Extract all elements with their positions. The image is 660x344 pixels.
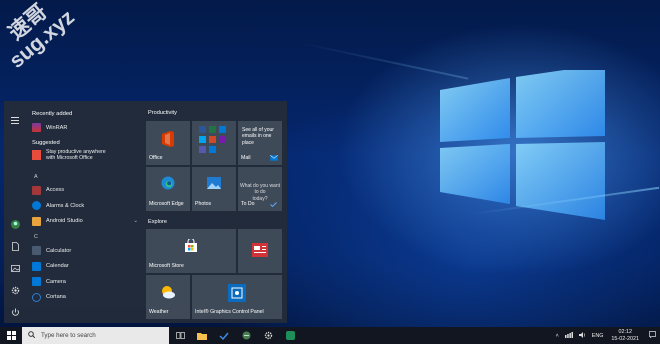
- camera-icon: [32, 277, 41, 287]
- start-rail: [4, 101, 26, 323]
- desktop: 速哥 sug.xyz Recently added WinRAR Suggest…: [0, 0, 660, 344]
- list-item-cortana[interactable]: Cortana: [26, 290, 142, 306]
- pictures-icon[interactable]: [4, 257, 26, 279]
- letter-header-c[interactable]: C: [26, 229, 142, 243]
- cortana-icon: [32, 292, 41, 302]
- list-item-camera[interactable]: Camera: [26, 274, 142, 290]
- chevron-down-icon[interactable]: ⌄: [133, 218, 138, 224]
- clock-icon: [32, 201, 41, 211]
- user-avatar-icon[interactable]: [4, 213, 26, 235]
- office-apps-icon: [199, 126, 226, 153]
- tile-news[interactable]: [238, 229, 282, 273]
- task-view-icon[interactable]: [169, 327, 191, 344]
- office-icon: [32, 149, 41, 160]
- list-item-calculator[interactable]: Calculator: [26, 243, 142, 259]
- app-green-icon[interactable]: [279, 327, 301, 344]
- watermark: 速哥 sug.xyz: [4, 0, 79, 73]
- group-productivity-heading: Productivity: [148, 110, 177, 116]
- list-item-alarms[interactable]: Alarms & Clock: [26, 198, 142, 214]
- tile-office[interactable]: Office: [146, 121, 190, 165]
- tile-area: Productivity Office See all of your emai…: [142, 101, 287, 323]
- todo-taskbar-icon[interactable]: [213, 327, 235, 344]
- language-indicator[interactable]: ENG: [592, 333, 604, 339]
- search-box[interactable]: Type here to search: [22, 327, 169, 344]
- letter-header-a[interactable]: A: [26, 169, 142, 183]
- todo-icon: [270, 202, 277, 207]
- file-explorer-icon[interactable]: [191, 327, 213, 344]
- mail-icon: [270, 155, 278, 161]
- access-icon: [32, 185, 41, 195]
- list-item-winrar[interactable]: WinRAR: [26, 120, 142, 136]
- clock[interactable]: 02:12 15-02-2021: [611, 329, 639, 342]
- tile-photos[interactable]: Photos: [192, 167, 236, 211]
- photos-icon: [207, 177, 221, 189]
- search-placeholder: Type here to search: [41, 332, 96, 339]
- start-menu: Recently added WinRAR Suggested Stay pro…: [4, 101, 287, 323]
- documents-icon[interactable]: [4, 235, 26, 257]
- list-item-android-studio[interactable]: Android Studio ⌄: [26, 214, 142, 230]
- power-icon[interactable]: [4, 301, 26, 323]
- search-icon: [28, 331, 36, 340]
- hamburger-icon[interactable]: [4, 109, 26, 131]
- tile-mail[interactable]: See all of your emails in one place Mail: [238, 121, 282, 165]
- suggested-heading: Suggested: [32, 139, 60, 146]
- windows-start-icon: [6, 331, 16, 340]
- recently-added-heading: Recently added: [32, 111, 73, 117]
- weather-sun-icon: [162, 286, 175, 299]
- winrar-icon: [32, 123, 41, 133]
- intel-graphics-icon: [228, 284, 246, 302]
- tile-microsoft-store[interactable]: Microsoft Store: [146, 229, 236, 273]
- settings-taskbar-icon[interactable]: [257, 327, 279, 344]
- tile-todo[interactable]: What do you want to do today? To Do: [238, 167, 282, 211]
- calendar-icon: [32, 261, 41, 271]
- tile-weather[interactable]: Weather: [146, 275, 190, 319]
- calculator-icon: [32, 246, 41, 256]
- app-list: Recently added WinRAR Suggested Stay pro…: [26, 101, 142, 323]
- folder-icon: [32, 216, 41, 226]
- settings-gear-icon[interactable]: [4, 279, 26, 301]
- system-tray: ˄ ENG 02:12 15-02-2021: [556, 327, 656, 344]
- list-item-access[interactable]: Access: [26, 183, 142, 199]
- tile-office-apps-folder[interactable]: [192, 121, 236, 165]
- tile-microsoft-edge[interactable]: Microsoft Edge: [146, 167, 190, 211]
- suggested-office-item[interactable]: Stay productive anywhere with Microsoft O…: [26, 149, 142, 169]
- edge-icon: [161, 176, 175, 190]
- taskbar: Type here to search ˄ ENG 02:12 15-02-20…: [0, 327, 660, 344]
- start-button[interactable]: [0, 327, 22, 344]
- news-icon: [252, 243, 268, 257]
- network-icon[interactable]: [564, 331, 573, 340]
- tile-intel-graphics[interactable]: Intel® Graphics Control Panel: [192, 275, 282, 319]
- group-explore-heading: Explore: [148, 219, 167, 225]
- volume-icon[interactable]: [578, 331, 586, 340]
- list-item-calendar[interactable]: Calendar: [26, 259, 142, 275]
- office-logo-icon: [162, 131, 174, 147]
- app-taskbar-icon[interactable]: [235, 327, 257, 344]
- store-bag-icon: [185, 239, 197, 252]
- notifications-icon[interactable]: [649, 331, 656, 340]
- chevron-up-icon[interactable]: ˄: [556, 333, 559, 339]
- light-beam: [301, 42, 469, 80]
